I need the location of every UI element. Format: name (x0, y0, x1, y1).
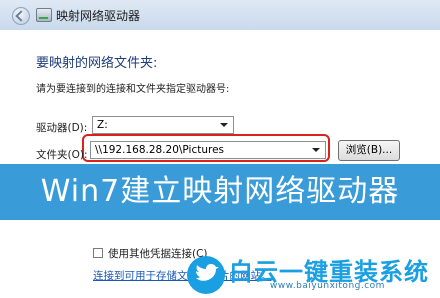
title-bar: 映射网络驱动器 (0, 0, 440, 30)
folder-combobox-value: \\192.168.28.20\Pictures (95, 144, 225, 156)
network-drive-icon (36, 8, 52, 22)
chevron-down-icon (312, 148, 320, 152)
other-credentials-checkbox[interactable] (93, 248, 103, 258)
back-arrow-icon[interactable] (12, 7, 30, 25)
drive-select[interactable]: Z: (92, 116, 234, 134)
banner-title: Win7建立映射网络驱动器 (40, 174, 400, 209)
folder-combobox[interactable]: \\192.168.28.20\Pictures (90, 141, 326, 159)
title-banner: Win7建立映射网络驱动器 (0, 164, 440, 220)
bird-logo-icon (187, 256, 225, 294)
brand-url: www.baiyunxitong.com (270, 281, 385, 291)
dialog-heading: 要映射的网络文件夹: (36, 56, 158, 71)
folder-label: 文件夹(O): (36, 149, 88, 161)
drive-label: 驱动器(D): (36, 122, 88, 134)
window-title: 映射网络驱动器 (56, 9, 141, 23)
chevron-down-icon (220, 123, 228, 127)
drive-select-value: Z: (97, 119, 108, 131)
dialog-instruction: 请为要连接到的连接和文件夹指定驱动器号: (36, 84, 230, 95)
browse-button[interactable]: 浏览(B)... (338, 140, 400, 161)
